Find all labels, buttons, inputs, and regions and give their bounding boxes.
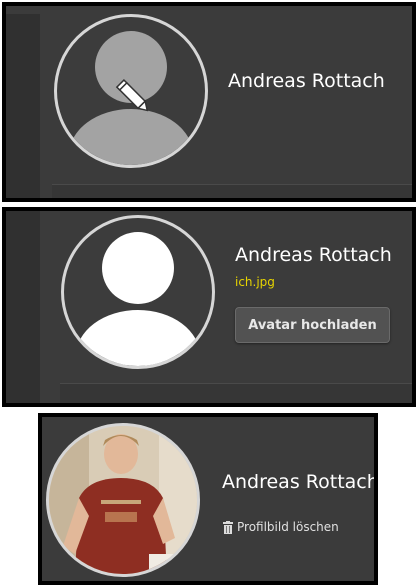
selected-filename: ich.jpg	[235, 275, 275, 289]
avatar-preview	[61, 215, 215, 369]
profile-photo-image	[49, 426, 197, 574]
upload-avatar-button[interactable]: Avatar hochladen	[235, 307, 390, 343]
profile-photo[interactable]	[46, 423, 200, 577]
default-avatar-icon	[76, 232, 200, 366]
trash-icon	[223, 520, 233, 534]
default-avatar-icon	[69, 31, 193, 165]
avatar-button[interactable]	[54, 14, 208, 168]
user-name: Andreas Rottach	[235, 244, 392, 266]
content-card	[52, 184, 412, 198]
sidebar	[6, 14, 40, 198]
delete-photo-label: Profilbild löschen	[237, 520, 339, 534]
content-card	[60, 383, 412, 403]
sidebar	[6, 211, 40, 403]
user-name: Andreas Rottach	[222, 471, 378, 493]
profile-panel-upload: Andreas Rottach ich.jpg Avatar hochladen	[2, 207, 416, 407]
user-name: Andreas Rottach	[228, 70, 385, 92]
profile-panel-hover: Andreas Rottach	[2, 2, 416, 202]
profile-panel-photo: Andreas Rottach Profilbild löschen	[38, 413, 378, 585]
delete-photo-link[interactable]: Profilbild löschen	[222, 520, 339, 534]
